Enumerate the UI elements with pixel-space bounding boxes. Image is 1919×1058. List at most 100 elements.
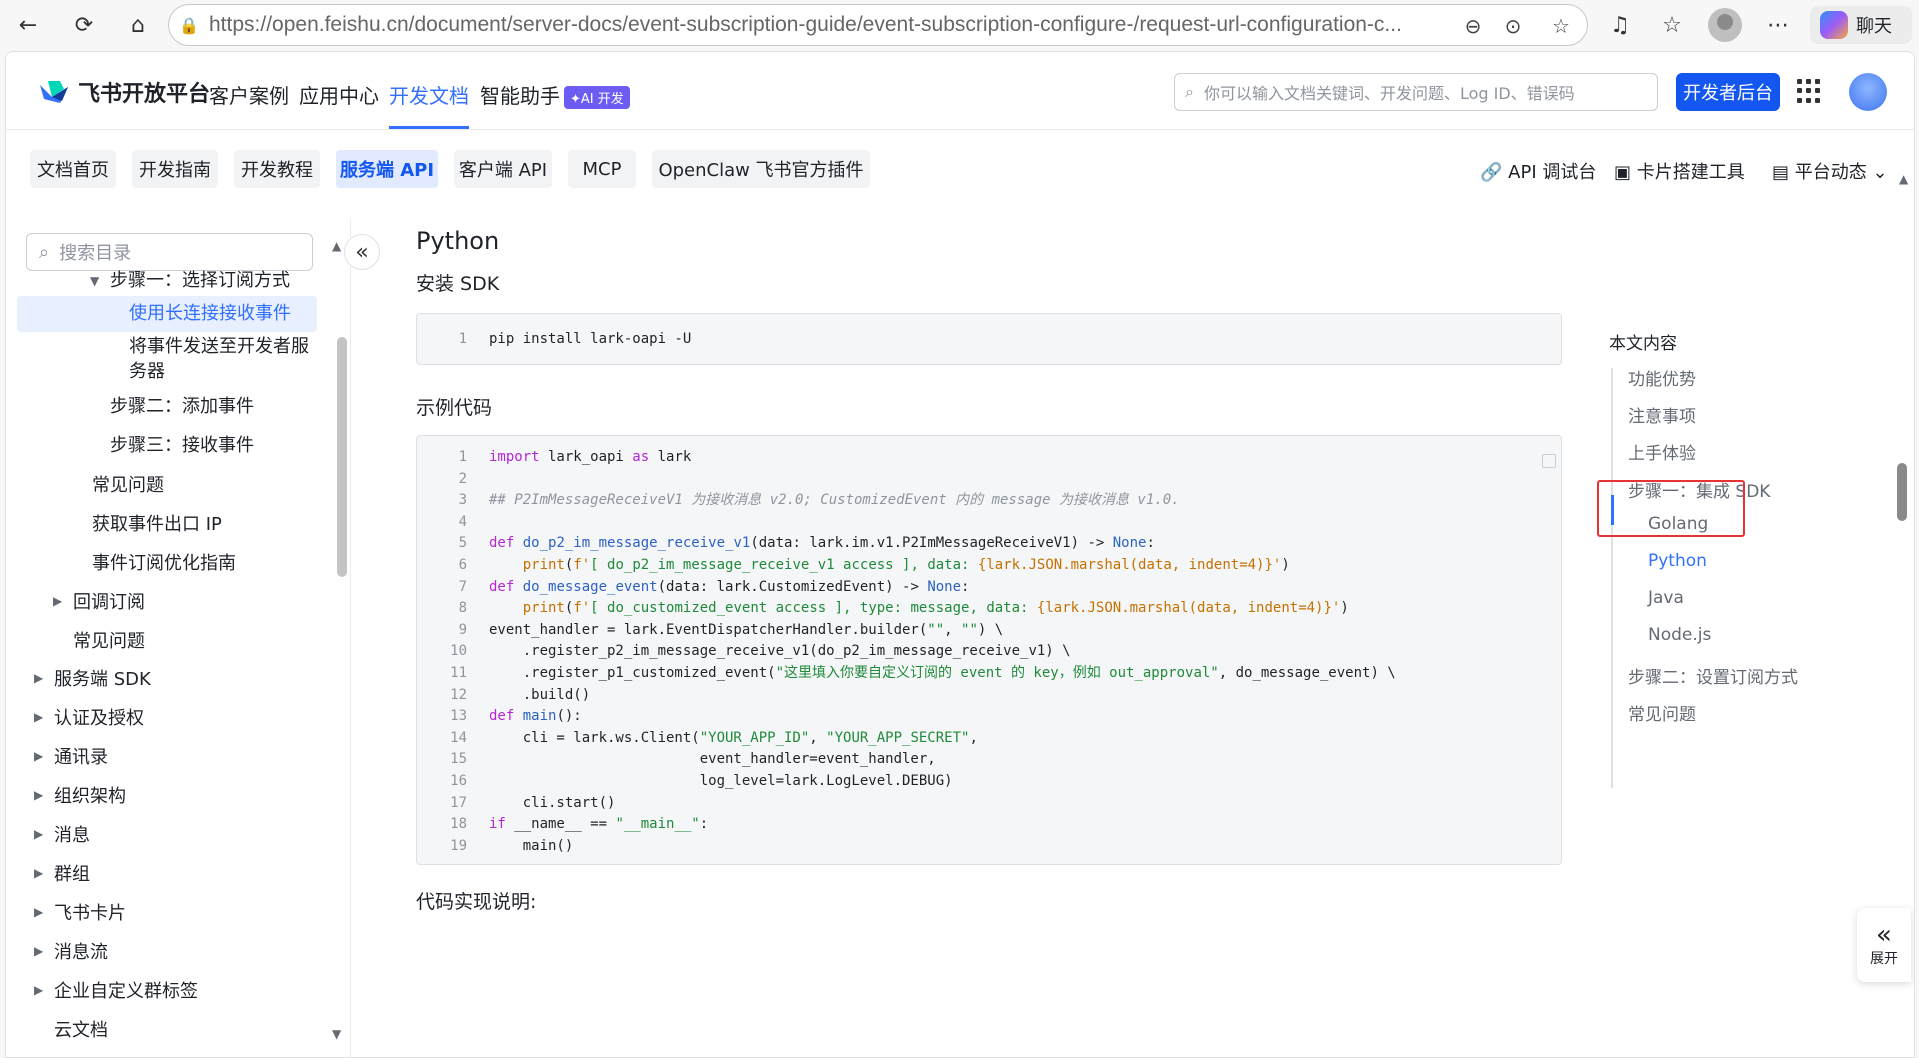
toc-item-notes[interactable]: 注意事项 (1628, 402, 1696, 427)
doc-icon: ▤ (1772, 162, 1790, 183)
back-icon[interactable]: ← (12, 9, 44, 41)
tab-dev-tutorial[interactable]: 开发教程 (234, 150, 320, 188)
chat-button[interactable]: 聊天 (1810, 6, 1912, 44)
tab-mcp[interactable]: MCP (568, 150, 636, 188)
code-text: pip install lark-oapi -U (489, 331, 692, 347)
sidebar-item-faq2[interactable]: 常见问题 (73, 629, 145, 655)
toc-item-step2[interactable]: 步骤二：设置订阅方式 (1628, 663, 1798, 688)
sidebar-item-message[interactable]: 消息 (54, 823, 90, 849)
chat-label: 聊天 (1856, 16, 1892, 37)
feishu-logo-icon (40, 81, 68, 103)
sidebar-item-step2[interactable]: 步骤二：添加事件 (110, 394, 254, 420)
nav-app-center[interactable]: 应用中心 (299, 80, 379, 109)
caret-right-icon[interactable]: ▶ (34, 788, 43, 802)
zoom-icon[interactable]: ⊖ (1457, 10, 1489, 42)
expand-panel-button[interactable]: « 展开 (1857, 908, 1911, 982)
caret-right-icon[interactable]: ▶ (53, 594, 62, 608)
profile-avatar[interactable] (1708, 8, 1742, 42)
install-code-block[interactable]: 1 pip install lark-oapi -U (416, 313, 1562, 365)
caret-right-icon[interactable]: ▶ (34, 944, 43, 958)
favorites-icon[interactable]: ☆ (1656, 9, 1688, 41)
sidebar-item-egress-ip[interactable]: 获取事件出口 IP (92, 512, 222, 538)
sidebar-item-auth[interactable]: 认证及授权 (54, 706, 144, 732)
copy-icon[interactable] (1542, 454, 1556, 468)
page-scroll-up-arrow[interactable]: ▲ (1899, 172, 1908, 186)
read-aloud-icon[interactable]: ♫ (1604, 9, 1636, 41)
collapse-sidebar-button[interactable]: « (344, 234, 380, 270)
sidebar-item-docs[interactable]: 云文档 (54, 1018, 108, 1044)
tab-dev-guide[interactable]: 开发指南 (132, 150, 218, 188)
lock-icon[interactable]: 🔒 (169, 16, 209, 35)
tab-doc-home[interactable]: 文档首页 (30, 150, 116, 188)
sidebar-item-server-sdk[interactable]: 服务端 SDK (54, 667, 151, 693)
code-line: 11 .register_p1_customized_event("这里填入你要… (450, 665, 1396, 681)
sidebar-item-group-tags[interactable]: 企业自定义群标签 (54, 979, 198, 1005)
doc-search-input[interactable]: ⌕ 你可以输入文档关键词、开发问题、Log ID、错误码 (1174, 73, 1658, 111)
nav-customer-cases[interactable]: 客户案例 (209, 80, 289, 109)
sidebar-item-org[interactable]: 组织架构 (54, 784, 126, 810)
address-text[interactable]: https://open.feishu.cn/document/server-d… (209, 13, 1449, 37)
sidebar-item-send-to-server-cont[interactable]: 务器 (129, 359, 165, 385)
developer-console-button[interactable]: 开发者后台 (1676, 73, 1780, 111)
apps-grid-icon[interactable] (1797, 79, 1821, 103)
favorite-star-icon[interactable]: ☆ (1545, 10, 1577, 42)
code-line: 9 event_handler = lark.EventDispatcherHan… (458, 621, 1004, 638)
toc-item-faq[interactable]: 常见问题 (1628, 700, 1696, 725)
platform-news-label: 平台动态 (1794, 162, 1867, 183)
toc-item-advantages[interactable]: 功能优势 (1628, 365, 1696, 390)
more-tools-icon[interactable]: ⊙ (1497, 10, 1529, 42)
refresh-icon[interactable]: ⟳ (68, 9, 100, 41)
expand-label: 展开 (1870, 951, 1898, 967)
sidebar-item-feed[interactable]: 消息流 (54, 940, 108, 966)
platform-news-link[interactable]: ▤ 平台动态 ⌄ (1772, 158, 1888, 184)
sidebar-item-long-connection[interactable]: 使用长连接接收事件 (129, 301, 291, 327)
address-bar[interactable]: 🔒 https://open.feishu.cn/document/server… (168, 4, 1588, 46)
more-menu-icon[interactable]: ⋯ (1762, 9, 1794, 41)
sidebar-scrollbar[interactable] (337, 337, 347, 577)
scroll-down-arrow[interactable]: ▼ (332, 1027, 341, 1041)
page-scrollbar[interactable] (1897, 463, 1907, 521)
toc-item-nodejs[interactable]: Node.js (1648, 625, 1711, 645)
caret-down-icon[interactable]: ▼ (90, 274, 99, 288)
brand-logo[interactable]: 飞书开放平台 (38, 76, 210, 108)
sidebar-item-group[interactable]: 群组 (54, 862, 90, 888)
tab-server-api[interactable]: 服务端 API (336, 150, 438, 188)
tab-client-api[interactable]: 客户端 API (454, 150, 552, 188)
nav-assistant[interactable]: 智能助手 ✦AI 开发 (480, 80, 630, 109)
sidebar-item-callback[interactable]: 回调订阅 (73, 590, 145, 616)
sidebar-search-input[interactable]: ⌕ 搜索目录 (26, 233, 313, 271)
caret-right-icon[interactable]: ▶ (34, 671, 43, 685)
sidebar-item-step1[interactable]: 步骤一：选择订阅方式 (110, 268, 290, 294)
install-heading: 安装 SDK (416, 273, 500, 295)
sidebar-item-optimization[interactable]: 事件订阅优化指南 (92, 551, 236, 577)
caret-right-icon[interactable]: ▶ (34, 749, 43, 763)
caret-right-icon[interactable]: ▶ (34, 983, 43, 997)
home-icon[interactable]: ⌂ (122, 9, 154, 41)
code-line: 15 event_handler=event_handler, (450, 751, 936, 768)
caret-right-icon[interactable]: ▶ (34, 866, 43, 880)
sidebar-item-card[interactable]: 飞书卡片 (54, 901, 126, 927)
copilot-icon (1820, 11, 1848, 39)
nav-assistant-label: 智能助手 (480, 84, 560, 108)
scroll-up-arrow[interactable]: ▲ (332, 239, 341, 253)
caret-right-icon[interactable]: ▶ (34, 710, 43, 724)
nav-dev-docs[interactable]: 开发文档 (389, 80, 469, 109)
caret-right-icon[interactable]: ▶ (34, 827, 43, 841)
card-builder-label: 卡片搭建工具 (1636, 162, 1745, 183)
toc-item-java[interactable]: Java (1648, 588, 1684, 608)
sidebar-item-send-to-server[interactable]: 将事件发送至开发者服 (129, 334, 309, 360)
toc-item-get-started[interactable]: 上手体验 (1628, 439, 1696, 464)
sidebar-item-faq[interactable]: 常见问题 (92, 473, 164, 499)
tab-openclaw[interactable]: OpenClaw 飞书官方插件 (652, 150, 870, 188)
top-navigation: 飞书开放平台 客户案例 应用中心 开发文档 智能助手 ✦AI 开发 ⌕ 你可以输入… (6, 52, 1914, 130)
sidebar-item-step3[interactable]: 步骤三：接收事件 (110, 433, 254, 459)
card-builder-link[interactable]: ▣ 卡片搭建工具 (1614, 158, 1745, 184)
sidebar-item-contacts[interactable]: 通讯录 (54, 745, 108, 771)
toc-item-python[interactable]: Python (1648, 551, 1707, 571)
doc-category-tabs: 文档首页 开发指南 开发教程 服务端 API 客户端 API MCP OpenC… (6, 131, 1914, 219)
example-code-block[interactable]: 1 import lark_oapi as lark 2 3 ## P2ImMessag… (416, 435, 1562, 865)
user-avatar[interactable] (1849, 73, 1887, 111)
code-line: 12 .build() (450, 686, 591, 703)
caret-right-icon[interactable]: ▶ (34, 905, 43, 919)
api-debug-link[interactable]: 🔗 API 调试台 (1480, 158, 1596, 184)
